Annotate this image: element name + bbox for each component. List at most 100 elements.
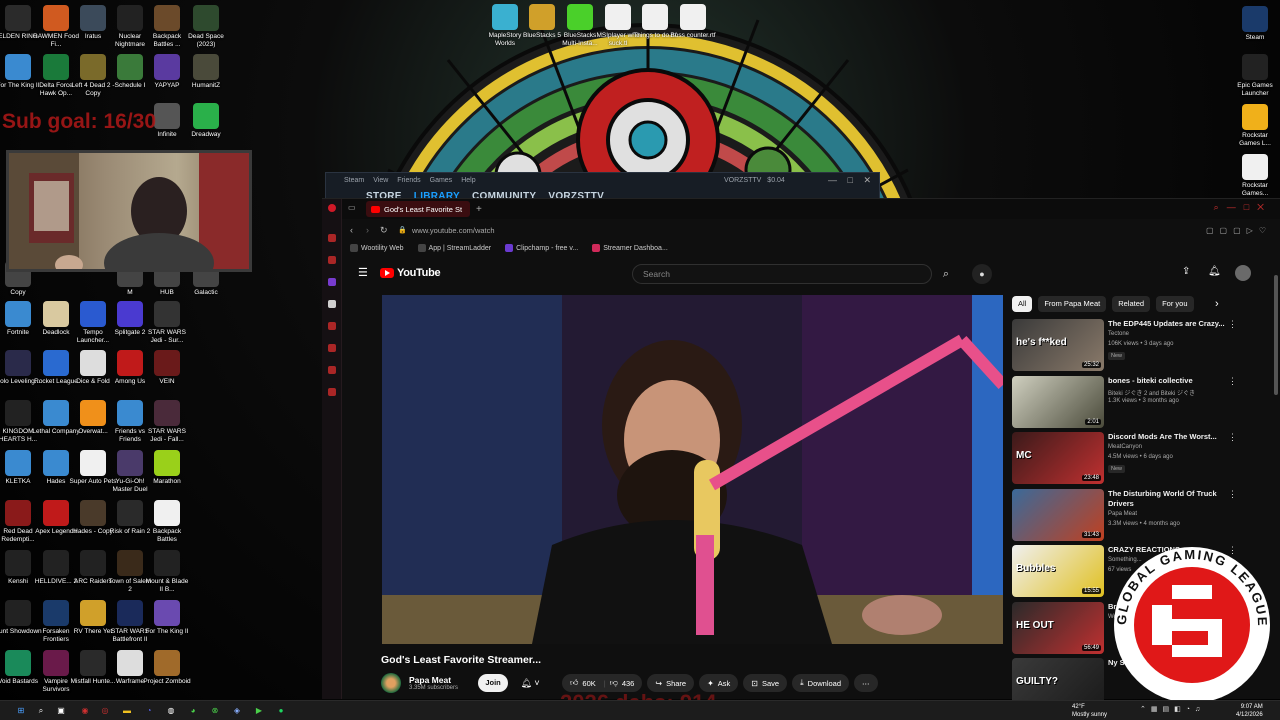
video-thumbnail[interactable]: MC 23:48 xyxy=(1012,432,1104,484)
desktop-shortcut[interactable]: Project Zomboid xyxy=(143,650,191,686)
desktop-shortcut[interactable]: VEIN xyxy=(143,350,191,386)
weather-widget[interactable]: 42°F Mostly sunny xyxy=(1072,703,1107,719)
search-icon[interactable]: ⌕ xyxy=(932,264,960,284)
recommended-video[interactable]: 31:43 The Disturbing World Of Truck Drive… xyxy=(1012,488,1272,546)
sidebar-settings-icon[interactable] xyxy=(327,388,336,396)
menu-icon[interactable]: ☰ xyxy=(358,266,368,279)
clock[interactable]: 9:07 AM 4/12/2026 xyxy=(1236,703,1263,719)
desktop-shortcut[interactable]: Rockstar Games... xyxy=(1231,154,1279,198)
steam-menu-item[interactable]: Friends xyxy=(397,177,420,184)
bookmark-item[interactable]: Streamer Dashboa... xyxy=(592,244,668,252)
bookmark-item[interactable]: App | StreamLadder xyxy=(417,244,491,252)
filter-chip[interactable]: From Papa Meat xyxy=(1038,296,1107,312)
reload-icon[interactable]: ↻ xyxy=(380,225,388,236)
sidebar-bookmarks-icon[interactable] xyxy=(327,344,336,352)
spotify-icon[interactable]: ● xyxy=(274,704,288,718)
filter-chip[interactable]: Related xyxy=(1112,296,1151,312)
video-player[interactable] xyxy=(382,295,1003,644)
desktop-shortcut[interactable]: Mount & Blade II B... xyxy=(143,550,191,594)
tab-youtube[interactable]: God's Least Favorite St xyxy=(366,201,470,217)
scrollbar[interactable] xyxy=(1274,275,1278,395)
close-icon[interactable]: ✕ xyxy=(863,175,871,185)
recommended-video-title[interactable]: The EDP445 Updates are Crazy... xyxy=(1108,319,1226,329)
download-button[interactable]: ⤓ Download xyxy=(792,674,850,692)
maximize-icon[interactable]: □ xyxy=(848,175,853,185)
desktop-shortcut[interactable]: Backpack Battles xyxy=(143,500,191,544)
search-input[interactable]: Search xyxy=(632,264,932,284)
url-field[interactable]: www.youtube.com/watch xyxy=(412,226,495,235)
more-options-icon[interactable]: ⋮ xyxy=(1228,489,1237,500)
search-icon[interactable]: ⌕ xyxy=(34,704,48,718)
account-avatar[interactable] xyxy=(1235,265,1251,281)
tab-list-icon[interactable]: ▭ xyxy=(348,203,356,212)
steam-taskbar-icon[interactable]: ◈ xyxy=(230,704,244,718)
steam-menu-item[interactable]: View xyxy=(373,177,388,184)
save-button[interactable]: ⊡ Save xyxy=(743,674,788,692)
create-icon[interactable]: ⇪ xyxy=(1182,266,1190,277)
more-actions-button[interactable]: ⋯ xyxy=(854,674,878,692)
media-player-icon[interactable]: ▶ xyxy=(252,704,266,718)
sidebar-twitch-icon[interactable] xyxy=(327,278,336,286)
video-thumbnail[interactable]: 2:01 xyxy=(1012,375,1104,428)
extension-icons[interactable]: ▢▢▢▷♡ xyxy=(1206,226,1272,235)
chrome-icon[interactable]: ◕ xyxy=(186,704,200,718)
bookmark-item[interactable]: Wootility Web xyxy=(350,244,404,252)
desktop-shortcut[interactable]: STAR WARS Jedi - Fall... xyxy=(143,400,191,444)
window-controls[interactable]: ⌕—□✕ xyxy=(1214,202,1272,213)
system-tray-icons[interactable]: ⌃▦▤◧◔♫ xyxy=(1140,705,1205,713)
channel-avatar[interactable] xyxy=(381,673,401,693)
more-options-icon[interactable]: ⋮ xyxy=(1228,432,1237,443)
steam-user[interactable]: VORZSTTV $0.04 xyxy=(724,177,785,184)
opera-gx-taskbar-icon[interactable]: ◉ xyxy=(78,704,92,718)
xbox-icon[interactable]: ⊗ xyxy=(208,704,222,718)
desktop-shortcut[interactable]: For The King II xyxy=(143,600,191,636)
channel-info[interactable]: Papa Meat 3.35M subscribers xyxy=(409,675,458,691)
desktop-shortcut[interactable]: Epic Games Launcher xyxy=(1231,54,1279,98)
desktop-shortcut[interactable]: Rockstar Games L... xyxy=(1231,104,1279,148)
file-explorer-icon[interactable]: ▬ xyxy=(120,704,134,718)
video-thumbnail[interactable]: 31:43 xyxy=(1012,488,1104,541)
sidebar-whatsapp-icon[interactable] xyxy=(327,256,336,264)
recommended-video[interactable]: MC 23:48 Discord Mods Are The Worst... Meat… xyxy=(1012,432,1272,489)
filter-chip[interactable]: All xyxy=(1012,296,1033,312)
forward-icon[interactable]: › xyxy=(366,225,369,235)
desktop-shortcut[interactable]: STAR WARS Jedi - Sur... xyxy=(143,301,191,345)
desktop-shortcut[interactable]: Dreadway xyxy=(182,103,230,139)
recommended-video[interactable]: 2:01 bones - biteki collective Biteki ジぐき … xyxy=(1012,375,1272,433)
steam-window-controls[interactable]: — □ ✕ xyxy=(828,175,871,186)
video-thumbnail[interactable]: HE OUT 56:49 xyxy=(1012,601,1104,654)
microphone-icon[interactable]: ● xyxy=(972,264,992,284)
subscribe-bell-icon[interactable]: 🔔︎ ˅ xyxy=(516,674,544,692)
desktop-shortcut[interactable]: Boss counter.rtf xyxy=(669,4,717,40)
opera-logo-icon[interactable] xyxy=(327,204,336,212)
back-icon[interactable]: ‹ xyxy=(350,225,353,235)
recommended-video-title[interactable]: The Disturbing World Of Truck Drivers xyxy=(1108,489,1226,509)
join-button[interactable]: Join xyxy=(478,674,509,692)
bookmark-item[interactable]: Clipchamp - free v... xyxy=(505,244,578,252)
youtube-logo[interactable]: YouTube xyxy=(380,267,441,279)
sidebar-x-icon[interactable] xyxy=(327,300,336,308)
steam-menu-item[interactable]: Help xyxy=(461,177,475,184)
video-thumbnail[interactable]: he's f**ked 25:32 xyxy=(1012,319,1104,371)
desktop-shortcut[interactable]: Dead Space (2023) xyxy=(182,5,230,49)
steam-menu-item[interactable]: Steam xyxy=(344,177,364,184)
desktop-shortcut[interactable]: Marathon xyxy=(143,450,191,486)
task-view-icon[interactable]: ▣ xyxy=(54,704,68,718)
obs-icon[interactable]: ◍ xyxy=(164,704,178,718)
more-options-icon[interactable]: ⋮ xyxy=(1228,376,1237,387)
recommended-video[interactable]: he's f**ked 25:32 The EDP445 Updates are C… xyxy=(1012,319,1272,376)
recommended-video-channel[interactable]: Biteki ジぐき 2 and Biteki ジぐき xyxy=(1108,388,1195,397)
discord-icon[interactable]: ◔ xyxy=(142,704,156,718)
thumbs-down-icon[interactable]: 👎︎ xyxy=(610,678,618,688)
sidebar-history-icon[interactable] xyxy=(327,322,336,330)
filter-chip[interactable]: For you xyxy=(1156,296,1194,312)
sidebar-messenger-icon[interactable] xyxy=(327,234,336,242)
recommended-video-channel[interactable]: MeatCanyon xyxy=(1108,444,1142,450)
notifications-bell-icon[interactable]: 🔔︎ xyxy=(1208,266,1221,277)
sidebar-downloads-icon[interactable] xyxy=(327,366,336,374)
recommended-video-channel[interactable]: Tectone xyxy=(1108,331,1129,337)
new-tab-button[interactable]: + xyxy=(476,204,482,215)
start-windows-icon[interactable]: ⊞ xyxy=(14,704,28,718)
minimize-icon[interactable]: — xyxy=(828,175,837,185)
recommended-video-title[interactable]: Discord Mods Are The Worst... xyxy=(1108,432,1226,442)
